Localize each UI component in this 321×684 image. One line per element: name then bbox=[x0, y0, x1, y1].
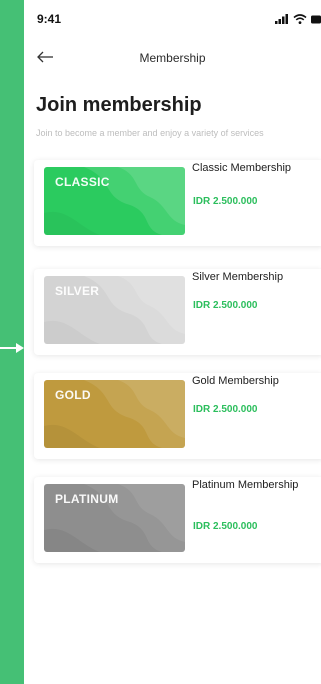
membership-card-image: SILVER bbox=[44, 276, 185, 344]
membership-card-image: GOLD bbox=[44, 380, 185, 448]
status-time: 9:41 bbox=[37, 12, 62, 26]
membership-name: Silver Membership bbox=[192, 271, 284, 283]
membership-card-image: PLATINUM bbox=[44, 484, 185, 552]
arrow-right-icon bbox=[0, 343, 24, 353]
signal-icon bbox=[275, 14, 288, 24]
membership-name: Platinum Membership bbox=[192, 479, 299, 491]
membership-tier-label: PLATINUM bbox=[55, 492, 119, 506]
membership-price: IDR 2.500.000 bbox=[193, 404, 258, 415]
header-title: Membership bbox=[139, 51, 206, 65]
membership-card-image: CLASSIC bbox=[44, 167, 185, 235]
membership-price: IDR 2.500.000 bbox=[193, 521, 258, 532]
membership-name: Gold Membership bbox=[192, 375, 279, 387]
membership-card-silver[interactable]: SILVER Silver Membership IDR 2.500.000 bbox=[34, 269, 321, 355]
membership-name: Classic Membership bbox=[192, 162, 292, 174]
membership-price: IDR 2.500.000 bbox=[193, 196, 258, 207]
phone-screen: 9:41 Membership Join membership Join to … bbox=[24, 0, 321, 684]
page-title: Join membership bbox=[36, 94, 202, 116]
membership-card-classic[interactable]: CLASSIC Classic Membership IDR 2.500.000 bbox=[34, 160, 321, 246]
membership-tier-label: CLASSIC bbox=[55, 175, 110, 189]
page-subtitle: Join to become a member and enjoy a vari… bbox=[36, 128, 264, 138]
membership-tier-label: SILVER bbox=[55, 284, 100, 298]
status-bar: 9:41 bbox=[24, 0, 321, 36]
membership-card-platinum[interactable]: PLATINUM Platinum Membership IDR 2.500.0… bbox=[34, 477, 321, 563]
wifi-icon bbox=[293, 14, 307, 24]
status-icons bbox=[275, 12, 321, 26]
membership-price: IDR 2.500.000 bbox=[193, 300, 258, 311]
membership-tier-label: GOLD bbox=[55, 388, 91, 402]
app-header: Membership bbox=[24, 44, 321, 74]
battery-icon bbox=[311, 15, 321, 23]
membership-card-gold[interactable]: GOLD Gold Membership IDR 2.500.000 bbox=[34, 373, 321, 459]
